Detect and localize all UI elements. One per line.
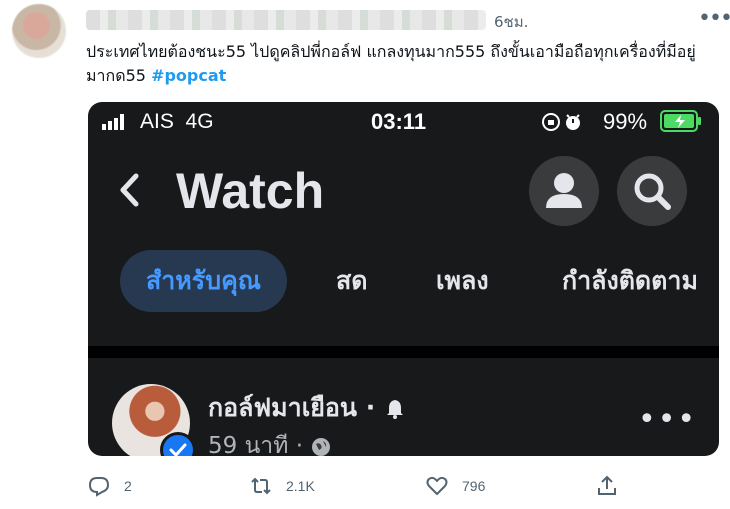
retweet-icon — [251, 477, 271, 495]
signal-icon — [102, 114, 124, 130]
hashtag-link[interactable]: #popcat — [151, 66, 226, 85]
tweet-time[interactable]: 6ชม. — [494, 10, 528, 34]
page-title: Watch — [176, 163, 325, 219]
retweet-button[interactable]: 2.1K — [250, 472, 315, 500]
orientation-lock-icon — [542, 113, 580, 131]
blurred-username[interactable] — [86, 10, 486, 30]
phone-clock: 03:11 — [371, 109, 427, 134]
reply-count: 2 — [124, 478, 132, 494]
network-type: 4G — [185, 110, 214, 133]
tab-following[interactable]: กำลังติดตาม — [562, 250, 698, 312]
retweet-count: 2.1K — [286, 478, 315, 494]
battery-percent: 99% — [603, 109, 648, 134]
like-icon — [426, 476, 448, 495]
post-time-text: 59 นาที — [208, 433, 289, 456]
carrier-label: AIS 4G — [140, 110, 214, 134]
carrier-name: AIS — [140, 110, 174, 133]
share-button[interactable] — [596, 472, 632, 500]
post-author-name[interactable]: กอล์ฟมาเยือน · — [208, 388, 406, 428]
profile-button[interactable] — [529, 156, 599, 226]
post-timestamp: 59 นาที · — [208, 428, 332, 456]
separator-dot: · — [295, 433, 311, 456]
profile-icon — [546, 173, 582, 208]
separator-dot: · — [365, 393, 384, 422]
section-divider — [88, 346, 719, 358]
back-chevron-icon[interactable] — [118, 170, 140, 210]
author-name-text: กอล์ฟมาเยือน — [208, 393, 357, 422]
tab-music[interactable]: เพลง — [436, 250, 489, 312]
tweet-media-screenshot[interactable]: AIS 4G 03:11 99% Watch สำหรับคุณ สด เพลง… — [88, 102, 719, 456]
like-button[interactable]: 796 — [426, 472, 485, 500]
tweet-text: ประเทศไทยต้องชนะ55 ไปดูคลิปพี่กอล์ฟ แกลง… — [86, 40, 696, 88]
more-horizontal-icon[interactable]: ••• — [698, 6, 730, 31]
phone-status-bar: AIS 4G 03:11 99% — [88, 102, 719, 142]
reply-icon — [88, 477, 110, 497]
search-button[interactable] — [617, 156, 687, 226]
tab-live[interactable]: สด — [336, 250, 368, 312]
like-count: 796 — [462, 478, 486, 494]
reply-button[interactable]: 2 — [88, 472, 132, 500]
globe-icon — [312, 437, 331, 456]
bell-icon[interactable] — [384, 398, 406, 420]
user-avatar[interactable] — [12, 4, 66, 58]
battery-icon — [660, 110, 701, 132]
post-more-options-icon[interactable]: ••• — [638, 402, 697, 437]
search-icon — [634, 173, 671, 210]
tab-for-you[interactable]: สำหรับคุณ — [120, 250, 287, 312]
share-icon — [598, 475, 616, 495]
verified-badge-icon — [160, 432, 196, 456]
tweet-actions: 2 2.1K 796 — [88, 472, 728, 500]
